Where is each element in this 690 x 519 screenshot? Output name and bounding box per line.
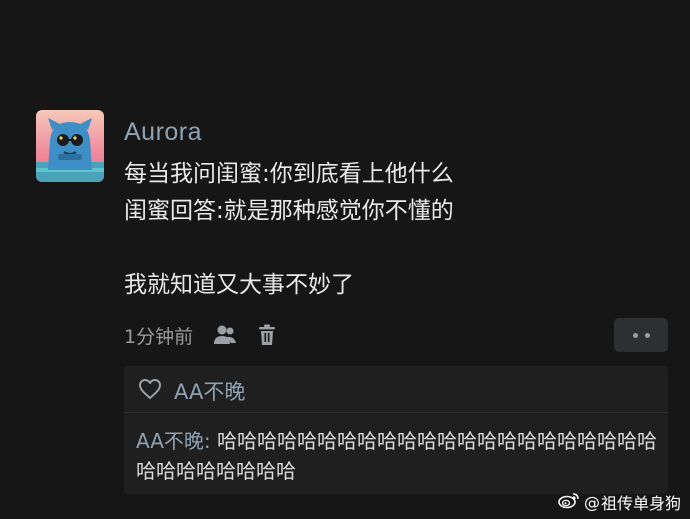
reply-author[interactable]: AA不晚: <box>136 429 211 453</box>
more-dots-icon <box>632 332 638 338</box>
more-options-button[interactable] <box>614 318 668 352</box>
liker-name[interactable]: AA不晚 <box>174 376 245 406</box>
trash-icon[interactable] <box>255 323 279 347</box>
post-content: 每当我问闺蜜:你到底看上他什么 闺蜜回答:就是那种感觉你不懂的 我就知道又大事不… <box>124 156 664 304</box>
watermark-name: 祖传单身狗 <box>601 494 682 513</box>
divider <box>124 412 668 413</box>
post-line: 闺蜜回答:就是那种感觉你不懂的 <box>124 198 454 224</box>
post-line-blank <box>124 230 664 267</box>
post-meta: 1分钟前 <box>124 320 297 350</box>
reply-comment: AA不晚: 哈哈哈哈哈哈哈哈哈哈哈哈哈哈哈哈哈哈哈哈哈哈哈哈哈哈哈哈哈哈 <box>136 426 662 486</box>
user-icon[interactable] <box>213 323 237 347</box>
avatar[interactable] <box>36 110 104 182</box>
more-dots-icon <box>644 332 650 338</box>
watermark: @ 祖传单身狗 <box>558 490 681 514</box>
likes-row: AA不晚 <box>138 376 245 406</box>
post-line: 我就知道又大事不妙了 <box>124 272 354 298</box>
reply-text: 哈哈哈哈哈哈哈哈哈哈哈哈哈哈哈哈哈哈哈哈哈哈哈哈哈哈哈哈哈哈 <box>136 429 658 483</box>
interaction-panel: AA不晚 AA不晚: 哈哈哈哈哈哈哈哈哈哈哈哈哈哈哈哈哈哈哈哈哈哈哈哈哈哈哈哈哈… <box>124 366 668 494</box>
heart-icon[interactable] <box>138 378 162 404</box>
weibo-logo-icon <box>558 491 580 513</box>
username[interactable]: Aurora <box>124 118 202 147</box>
post-line: 每当我问闺蜜:你到底看上他什么 <box>124 161 454 187</box>
post-timestamp: 1分钟前 <box>124 325 194 348</box>
avatar-image <box>36 110 104 182</box>
watermark-at: @ <box>584 492 600 512</box>
